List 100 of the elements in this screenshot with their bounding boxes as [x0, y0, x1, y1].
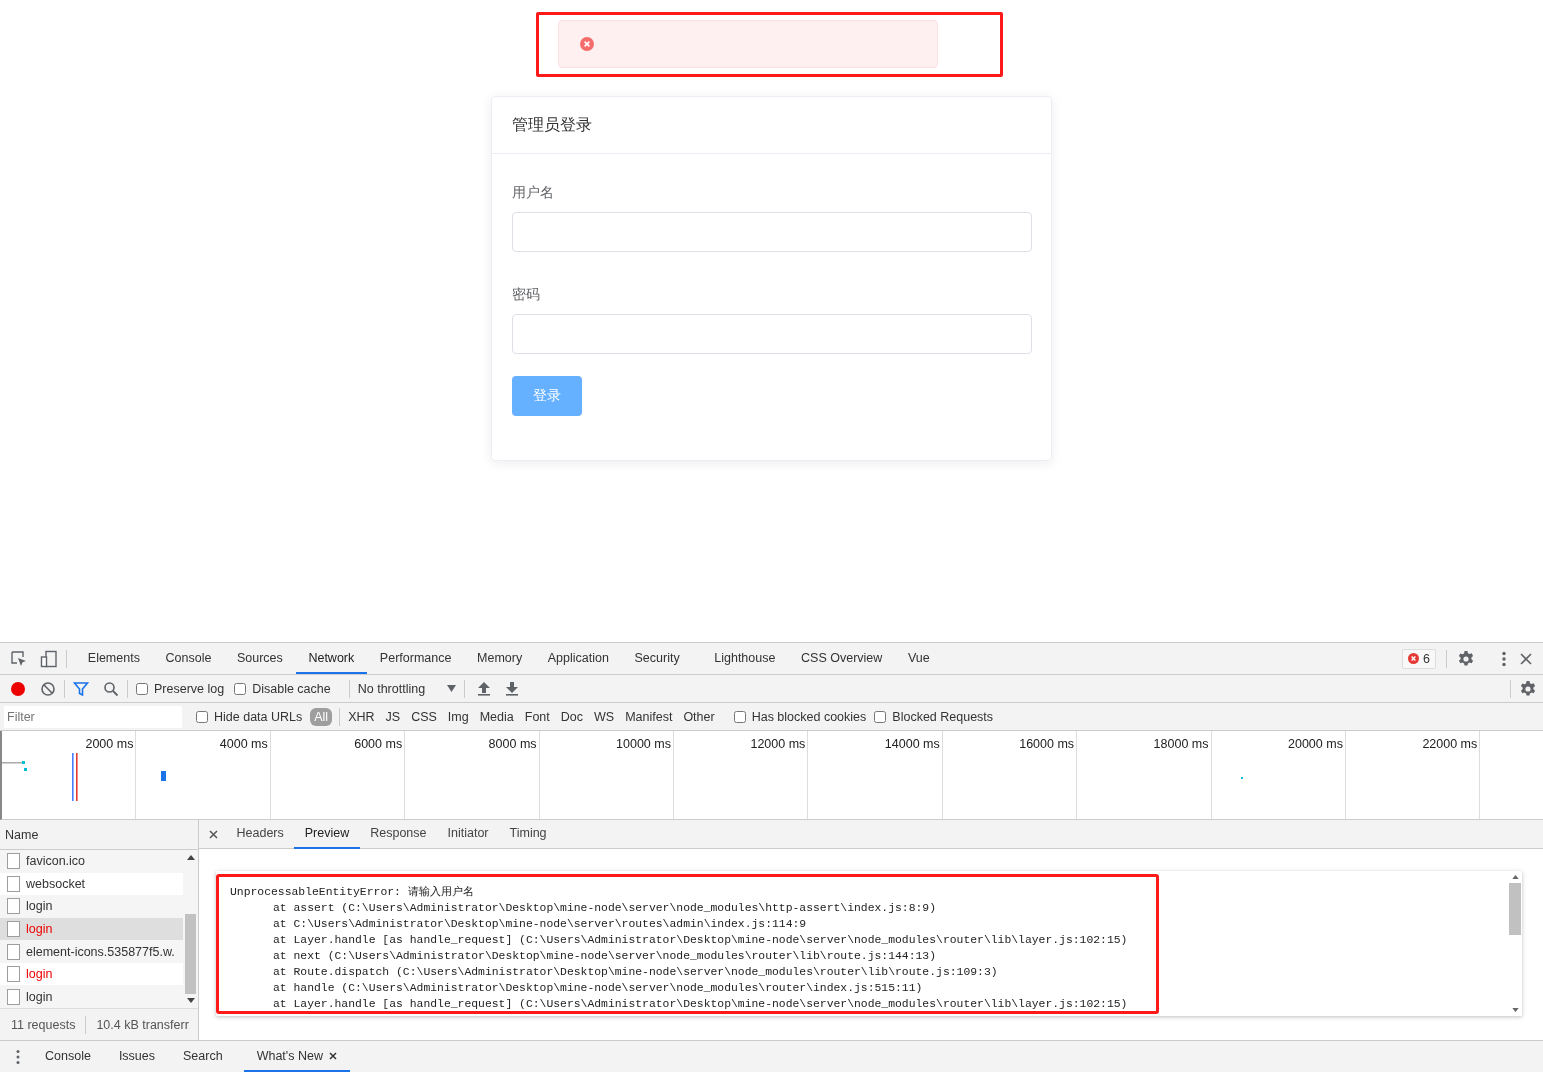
panel-tab[interactable]: Vue: [895, 643, 943, 674]
summary-text: 10.4 kB transferr: [96, 1017, 189, 1032]
drawer-tab[interactable]: What's New: [243, 1041, 350, 1072]
card-title: 管理员登录: [512, 114, 592, 135]
type-filter-button[interactable]: WS: [590, 707, 619, 726]
request-name: element-icons.535877f5.w.: [26, 944, 175, 959]
file-icon: [7, 898, 20, 915]
more-icon[interactable]: [15, 1048, 21, 1065]
checkbox[interactable]: [234, 682, 247, 695]
time-tick-label: 4000 ms: [219, 737, 268, 751]
filter-field[interactable]: Filter: [4, 705, 182, 728]
checkbox[interactable]: [196, 710, 208, 723]
type-filter-button[interactable]: Media: [475, 707, 518, 726]
input-field[interactable]: [512, 314, 1032, 354]
panel-tab[interactable]: Security: [621, 643, 693, 674]
time-tick-label: 14000 ms: [884, 737, 940, 751]
panel-tab[interactable]: Network: [295, 643, 368, 674]
time-tick-label: 6000 ms: [354, 737, 403, 751]
close-icon[interactable]: [1519, 651, 1533, 666]
settings-icon[interactable]: [1519, 679, 1537, 698]
time-tick-label: 22000 ms: [1422, 737, 1478, 751]
request-row[interactable]: websocket: [0, 872, 183, 896]
type-filter-button[interactable]: XHR: [344, 707, 379, 726]
record-icon[interactable]: [10, 680, 26, 697]
request-name: login: [26, 899, 53, 914]
detail-tab[interactable]: Headers: [226, 819, 295, 849]
drawer-tab[interactable]: Issues: [105, 1041, 168, 1072]
detail-tab[interactable]: Response: [359, 819, 437, 849]
close-icon[interactable]: [209, 829, 218, 839]
type-filter-button[interactable]: Font: [520, 707, 554, 726]
request-row[interactable]: login: [0, 962, 183, 986]
checkbox-label: Preserve log: [154, 681, 225, 696]
request-name: favicon.ico: [26, 854, 86, 869]
file-icon: [7, 921, 20, 937]
time-tick-label: 2000 ms: [85, 737, 134, 751]
scroll-up-icon[interactable]: [186, 855, 195, 860]
clear-icon[interactable]: [40, 680, 56, 697]
drawer-tab[interactable]: Console: [32, 1041, 104, 1072]
error-icon: [580, 37, 594, 51]
type-filter-button[interactable]: Manifest: [621, 707, 677, 726]
field-label: 密码: [512, 285, 540, 304]
type-filter-button[interactable]: Img: [443, 707, 473, 726]
panel-tab[interactable]: Sources: [224, 643, 296, 674]
input-field[interactable]: [512, 212, 1032, 252]
file-icon: [7, 988, 20, 1005]
search-icon[interactable]: [103, 680, 119, 697]
checkbox[interactable]: [874, 710, 887, 723]
error-trace-line: at Layer.handle [as handle_request] (C:\Users\Administrator\Desktop\mine-node\server\node_modules\router\lib\layer.js:102:15): [272, 997, 1129, 1011]
settings-icon[interactable]: [1457, 649, 1475, 668]
panel-tab[interactable]: Memory: [464, 643, 535, 674]
detail-tab[interactable]: Timing: [499, 819, 558, 849]
error-trace-line: at next (C:\Users\Administrator\Desktop\mine-node\server\node_modules\router\lib\route.js:144:13): [272, 949, 938, 964]
file-icon: [7, 853, 20, 870]
throttling-dropdown[interactable]: No throttling: [357, 681, 457, 696]
error-trace-line: at C:\Users\Administrator\Desktop\mine-node\server\routes\admin\index.js:114:9: [272, 917, 808, 932]
scroll-up-icon[interactable]: [1511, 875, 1519, 879]
error-count: 6: [1423, 651, 1430, 666]
error-trace-line: at assert (C:\Users\Administrator\Desktop\mine-node\server\node_modules\http-assert\index.js:8:9): [272, 901, 938, 916]
checkbox[interactable]: [733, 710, 746, 723]
download-icon[interactable]: [505, 681, 520, 696]
panel-tab[interactable]: Performance: [367, 643, 465, 674]
request-name: login: [26, 967, 53, 982]
time-tick-label: 18000 ms: [1153, 737, 1209, 751]
summary-text: 11 requests: [11, 1017, 76, 1032]
drawer-tab[interactable]: Search: [170, 1041, 236, 1072]
time-tick-label: 10000 ms: [616, 737, 671, 751]
column-header: Name: [5, 827, 39, 842]
checkbox-label: Disable cache: [252, 681, 331, 696]
inspect-icon[interactable]: [10, 649, 28, 668]
field-label: 用户名: [512, 183, 554, 202]
detail-tab[interactable]: Initiator: [437, 819, 499, 849]
panel-tab[interactable]: Elements: [75, 643, 153, 674]
close-icon[interactable]: [328, 1051, 337, 1060]
checkbox-label: Has blocked cookies: [751, 709, 867, 724]
device-icon[interactable]: [40, 649, 58, 668]
panel-tab[interactable]: Application: [534, 643, 622, 674]
time-tick-label: 8000 ms: [488, 737, 537, 751]
panel-tab[interactable]: CSS Overview: [788, 643, 896, 674]
request-name: login: [26, 922, 53, 936]
error-count-badge[interactable]: 6: [1402, 648, 1436, 669]
type-filter-button[interactable]: JS: [381, 707, 405, 726]
scroll-down-icon[interactable]: [1511, 1008, 1519, 1012]
detail-tab[interactable]: Preview: [294, 819, 360, 849]
type-filter-button[interactable]: Doc: [556, 707, 587, 726]
more-icon[interactable]: [1501, 650, 1507, 667]
error-trace-line: UnprocessableEntityError: 请输入用户名: [230, 885, 475, 900]
checkbox-label: Blocked Requests: [892, 709, 994, 724]
file-icon: [7, 966, 20, 983]
upload-icon[interactable]: [477, 681, 492, 696]
filter-icon[interactable]: [73, 680, 89, 697]
scroll-down-icon[interactable]: [186, 998, 195, 1003]
error-trace-line: at Route.dispatch (C:\Users\Administrator\Desktop\mine-node\server\node_modules\router\lib\route.js:109:3): [272, 965, 999, 980]
type-filter-button[interactable]: Other: [679, 707, 719, 726]
panel-tab[interactable]: Lighthouse: [701, 643, 789, 674]
checkbox-label: Hide data URLs: [214, 709, 303, 724]
time-tick-label: 16000 ms: [1019, 737, 1075, 751]
type-filter-button[interactable]: CSS: [407, 707, 441, 726]
panel-tab[interactable]: Console: [152, 643, 225, 674]
caret-icon: [447, 685, 457, 692]
checkbox[interactable]: [136, 682, 148, 695]
